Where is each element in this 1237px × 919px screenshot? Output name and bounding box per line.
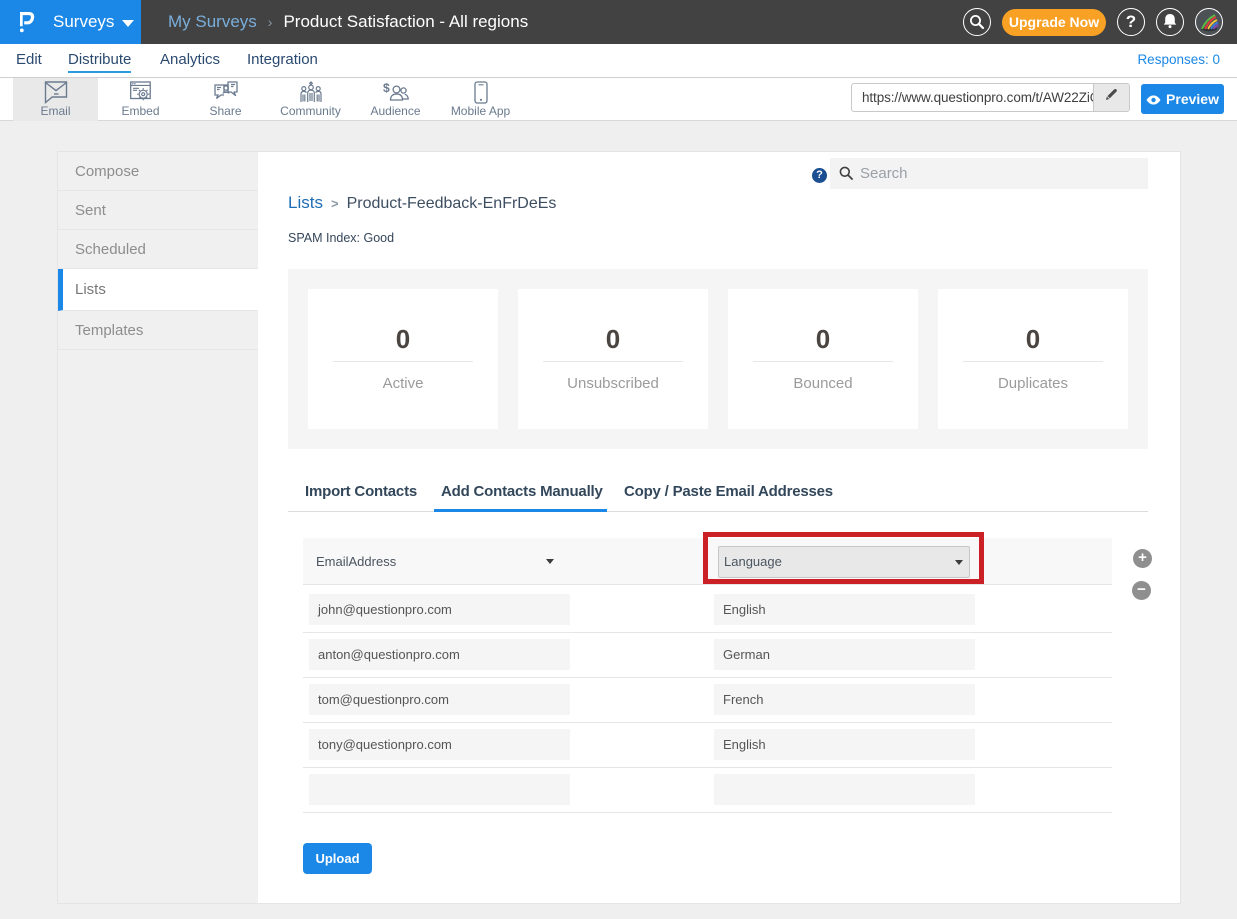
svg-text:$: $ — [383, 81, 390, 95]
